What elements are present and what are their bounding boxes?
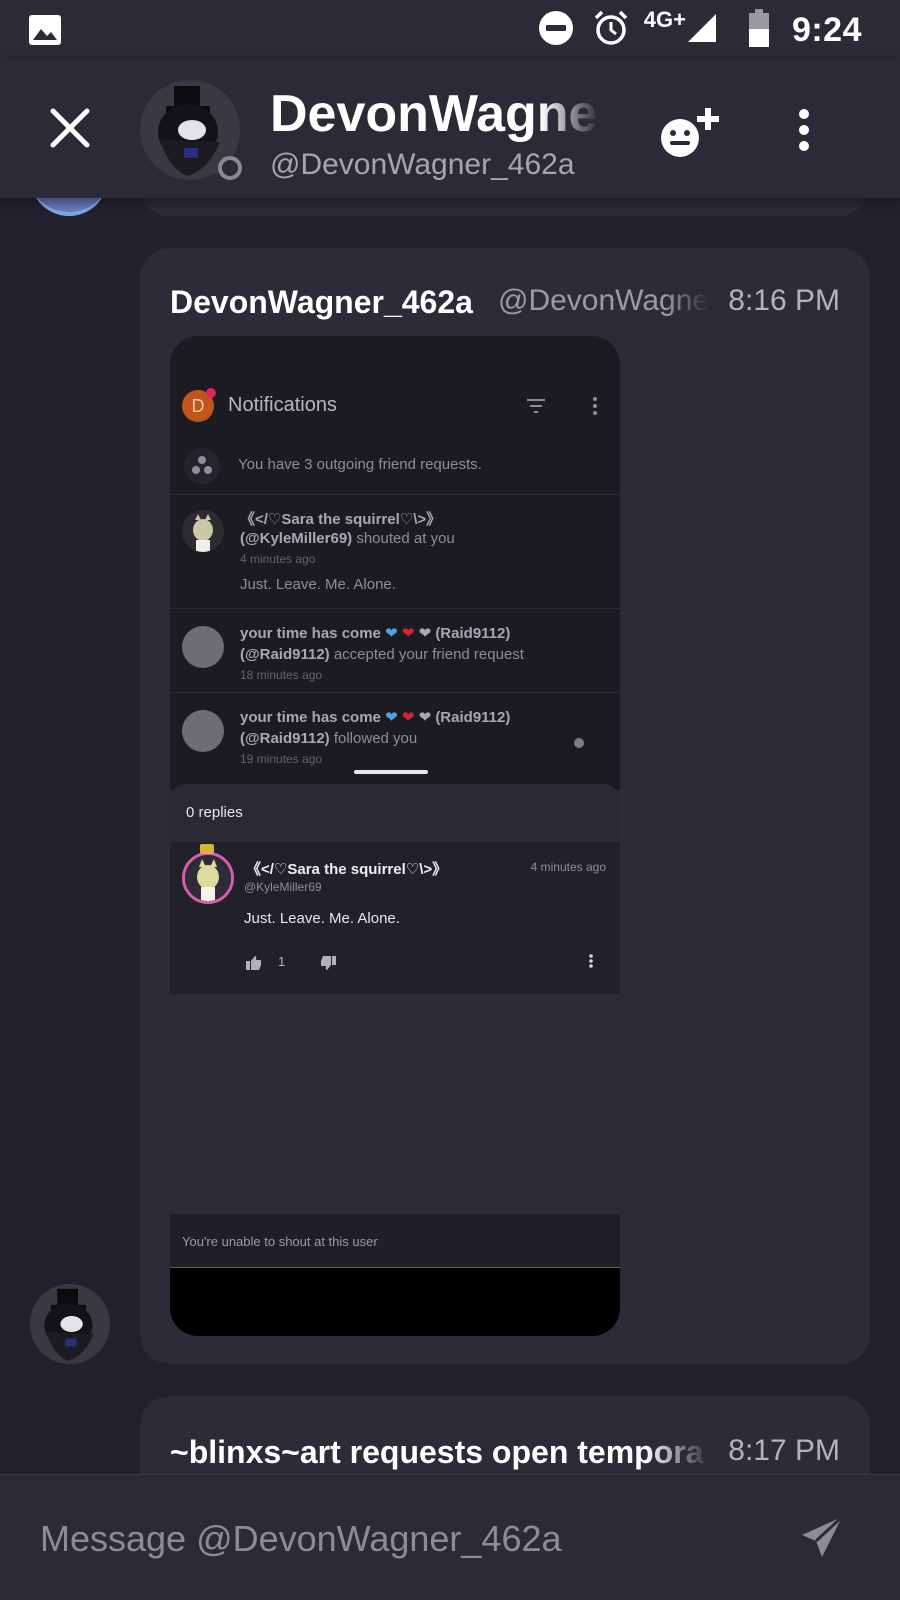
thumbs-up-icon (246, 956, 262, 975)
reply-time: 4 minutes ago (530, 860, 606, 874)
reply-handle: @KyleMiller69 (244, 880, 322, 894)
notification-badge (206, 388, 216, 398)
filter-icon (526, 398, 546, 419)
notification-body: Just. Leave. Me. Alone. (240, 576, 396, 593)
thumbs-down-icon (320, 956, 336, 975)
message-composer (0, 1474, 900, 1600)
like-count: 1 (278, 954, 286, 969)
notification-time: 4 minutes ago (240, 552, 316, 566)
reply-avatar (182, 852, 234, 904)
message-author[interactable]: DevonWagner_462a (170, 284, 473, 321)
unable-to-shout-bar: You're unable to shout at this user (170, 1214, 620, 1268)
reply-card: 《</♡Sara the squirrel♡\>》 @KyleMiller69 … (170, 842, 620, 994)
contact-handle: @DevonWagner_462a (270, 148, 575, 181)
outgoing-requests-text: You have 3 outgoing friend requests. (238, 456, 482, 473)
message-input[interactable] (40, 1509, 760, 1569)
divider (170, 608, 620, 609)
notifications-panel: D Notifications You have 3 outgoing frie… (170, 336, 620, 790)
chat-header: DevonWagner @DevonWagner_462a (0, 60, 900, 198)
divider (170, 494, 620, 495)
attached-screenshot[interactable]: D Notifications You have 3 outgoing frie… (170, 336, 620, 1336)
notification-name-suffix: (Raid9112) (435, 625, 511, 642)
grey-heart-icon: ❤ (418, 625, 432, 642)
friends-icon (184, 448, 220, 484)
notification-handle: (@Raid9112) (240, 646, 330, 663)
notification-name-suffix: (Raid9112) (435, 709, 511, 726)
notification-action: accepted your friend request (333, 646, 524, 663)
network-type: 4G+ (643, 7, 686, 32)
next-message-bubble: ~blinxs~art requests open tempora 8:17 P… (140, 1396, 870, 1476)
alarm-icon (592, 9, 630, 52)
status-indicator (218, 156, 242, 180)
notification-action: followed you (333, 730, 418, 747)
notification-item: your time has come ❤ ❤ ❤ (Raid9112) (@Ra… (170, 620, 620, 698)
red-heart-icon: ❤ (401, 625, 415, 642)
blue-heart-icon: ❤ (385, 625, 398, 642)
close-button[interactable] (48, 106, 92, 150)
screenshot-nav-area (170, 1268, 620, 1336)
add-friend-button[interactable] (658, 106, 722, 158)
notification-avatar (182, 626, 224, 668)
send-button[interactable] (800, 1515, 844, 1559)
divider (170, 692, 620, 693)
notification-handle: (@KyleMiller69) (240, 530, 353, 547)
home-indicator (354, 770, 428, 774)
crown-icon (200, 844, 214, 854)
more-vertical-icon (592, 396, 598, 421)
outgoing-requests-row: You have 3 outgoing friend requests. (182, 444, 608, 490)
blue-heart-icon: ❤ (385, 709, 398, 726)
message-bubble: DevonWagner_462a @DevonWagner_462a 8:16 … (140, 248, 870, 1364)
notification-avatar (182, 710, 224, 752)
next-message-time: 8:17 PM (728, 1434, 840, 1467)
notification-action: shouted at you (356, 530, 455, 547)
close-icon (50, 108, 90, 148)
notification-name: 《</♡Sara the squirrel♡\>》 (240, 511, 442, 528)
message-author-handle: @DevonWagner_462a (498, 284, 708, 317)
more-vertical-icon (588, 954, 594, 973)
send-icon (802, 1515, 844, 1557)
next-message-author[interactable]: ~blinxs~art requests open tempora (170, 1434, 710, 1471)
unread-dot (574, 738, 584, 748)
more-vertical-icon (799, 109, 809, 151)
reply-body: Just. Leave. Me. Alone. (244, 910, 400, 927)
notification-item: 《</♡Sara the squirrel♡\>》 (@KyleMiller69… (170, 506, 620, 606)
notification-handle: (@Raid9112) (240, 730, 330, 747)
contact-name: DevonWagner (270, 85, 600, 143)
message-author-avatar[interactable] (30, 1284, 110, 1364)
signal-icon (686, 12, 718, 49)
notification-time: 19 minutes ago (240, 752, 323, 766)
reply-author: 《</♡Sara the squirrel♡\>》 (246, 861, 448, 878)
avatar-image (30, 1284, 110, 1364)
notifications-header: D Notifications (182, 388, 608, 426)
replies-bar: 0 replies (170, 784, 620, 842)
replies-count: 0 replies (186, 804, 243, 821)
clock: 9:24 (791, 10, 862, 49)
battery-icon (748, 8, 770, 52)
notification-name: your time has come (240, 709, 381, 726)
unable-to-shout-text: You're unable to shout at this user (182, 1234, 378, 1249)
grey-heart-icon: ❤ (418, 709, 432, 726)
add-friend-icon (661, 108, 719, 157)
status-bar: 4G+ 9:24 (0, 0, 900, 60)
notification-name: your time has come (240, 625, 381, 642)
message-time: 8:16 PM (728, 284, 840, 317)
notification-time: 18 minutes ago (240, 668, 323, 682)
more-options-button[interactable] (796, 108, 812, 152)
notification-avatar (182, 510, 224, 552)
image-icon (28, 14, 62, 51)
red-heart-icon: ❤ (401, 709, 415, 726)
dnd-icon (538, 10, 574, 51)
notifications-title: Notifications (228, 394, 337, 416)
